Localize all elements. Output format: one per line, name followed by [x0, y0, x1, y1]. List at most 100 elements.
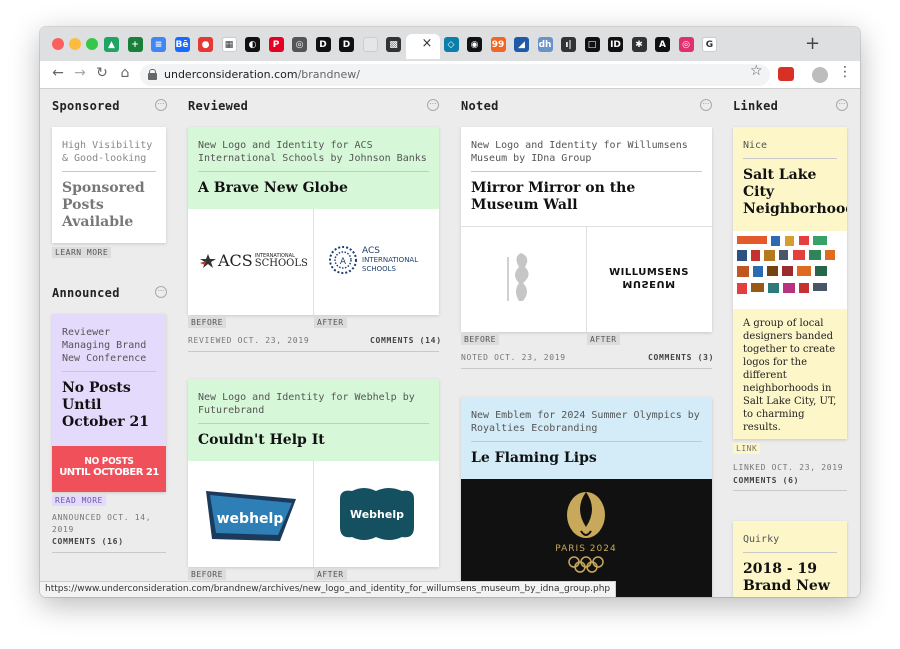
comments-link[interactable]: COMMENTS (16) — [52, 537, 124, 546]
divider — [188, 351, 439, 352]
announced-date: ANNOUNCED OCT. 14, 2019 — [52, 513, 152, 534]
noted-card-paris[interactable]: New Emblem for 2024 Summer Olympics by R… — [461, 397, 712, 597]
linked-card-slc[interactable]: Nice Salt Lake City Neighborhoods A grou… — [733, 127, 847, 439]
browser-tab[interactable]: ◇ — [440, 36, 464, 54]
reviewed-kicker: New Logo and Identity for Webhelp by Fut… — [198, 392, 415, 416]
divider — [743, 158, 837, 159]
sponsored-card[interactable]: High Visibility & Good-looking Sponsored… — [52, 127, 166, 243]
browser-tab[interactable]: ◎ — [675, 36, 699, 54]
linked-card-quirky[interactable]: Quirky 2018 - 19 Brand New — [733, 521, 847, 597]
close-window-button[interactable] — [52, 38, 64, 50]
url-path: /brandnew/ — [297, 68, 360, 81]
svg-text:A: A — [340, 257, 347, 267]
browser-tab[interactable]: Bē — [171, 36, 195, 54]
paris-emblem-image: PARIS 2024 — [461, 479, 712, 597]
column-heading-announced: Announced — [52, 286, 120, 300]
extension-icon[interactable] — [778, 67, 794, 81]
before-label: BEFORE — [188, 317, 226, 328]
divider — [743, 552, 837, 553]
grid-icon: ▦ — [221, 37, 237, 52]
browser-tab[interactable]: ı| — [557, 36, 581, 54]
browser-tab[interactable]: G — [698, 36, 722, 54]
acs-subtext: SCHOOLS — [254, 257, 308, 269]
sponsored-kicker: High Visibility & Good-looking — [62, 140, 153, 164]
before-after-images: WILLUMSENS MUSEUM — [461, 226, 712, 332]
minimize-window-button[interactable] — [69, 38, 81, 50]
comments-link[interactable]: COMMENTS (3) — [648, 353, 714, 362]
comments-link[interactable]: COMMENTS (14) — [370, 336, 442, 345]
divider — [198, 423, 429, 424]
webhelp-old-logo: webhelp — [206, 491, 296, 541]
linked-kicker: Quirky — [743, 534, 780, 545]
lock-icon — [148, 69, 157, 80]
before-image: webhelp — [188, 461, 314, 567]
browser-tab[interactable]: ● — [194, 36, 218, 54]
announced-card[interactable]: Reviewer Managing Brand New Conference N… — [52, 314, 166, 492]
browser-tab[interactable]: ◎ — [288, 36, 312, 54]
browser-tab[interactable]: ◢ — [510, 36, 534, 54]
reviewed-title: A Brave New Globe — [198, 180, 348, 196]
browser-tab[interactable]: ◐ — [241, 36, 265, 54]
column-heading-sponsored: Sponsored — [52, 99, 120, 113]
forward-arrow-icon[interactable]: → — [70, 65, 90, 81]
slc-logos-image — [733, 231, 847, 309]
browser-tab[interactable]: + — [124, 36, 148, 54]
browser-tab[interactable]: P — [265, 36, 289, 54]
divider — [471, 171, 702, 172]
reviewed-card-webhelp[interactable]: New Logo and Identity for Webhelp by Fut… — [188, 379, 439, 567]
reviewed-kicker: New Logo and Identity for ACS Internatio… — [198, 140, 427, 164]
reload-icon[interactable]: ↻ — [92, 65, 112, 81]
globe-icon: ◎ — [292, 37, 307, 52]
more-options-icon[interactable]: ··· — [836, 99, 848, 111]
browser-tab[interactable] — [359, 36, 383, 54]
webhelp-old-wordmark: webhelp — [217, 511, 284, 527]
browser-tab[interactable]: ✱ — [628, 36, 652, 54]
browser-menu-icon[interactable]: ⋮ — [838, 64, 852, 80]
address-bar[interactable]: underconsideration.com/brandnew/ — [140, 64, 770, 86]
more-options-icon[interactable]: ··· — [155, 99, 167, 111]
more-options-icon[interactable]: ··· — [155, 286, 167, 298]
noted-kicker: New Emblem for 2024 Summer Olympics by R… — [471, 410, 700, 434]
after-label: AFTER — [587, 334, 620, 345]
before-image: ACS INTERNATIONAL SCHOOLS — [188, 209, 314, 315]
home-icon[interactable]: ⌂ — [115, 65, 135, 81]
slc-logo-grid — [737, 236, 835, 294]
read-more-button[interactable]: READ MORE — [52, 495, 106, 506]
before-after-images: webhelp Webhelp — [188, 461, 439, 567]
browser-tab[interactable]: □ — [581, 36, 605, 54]
announced-title: No Posts Until October 21 — [62, 380, 149, 430]
more-options-icon[interactable]: ··· — [427, 99, 439, 111]
record-icon: ◉ — [467, 37, 482, 52]
learn-more-button[interactable]: LEARN MORE — [52, 247, 112, 258]
noted-card-willumsens[interactable]: New Logo and Identity for Willumsens Mus… — [461, 127, 712, 332]
browser-tab[interactable]: D — [312, 36, 336, 54]
browser-tab[interactable]: ▲ — [100, 36, 124, 54]
paris-emblem: PARIS 2024 — [555, 492, 616, 573]
linked-title: Salt Lake City Neighborhoods — [743, 167, 847, 217]
browser-tab[interactable]: 99 — [487, 36, 511, 54]
comments-link[interactable]: COMMENTS (6) — [733, 476, 799, 485]
before-image — [461, 227, 587, 332]
back-arrow-icon[interactable]: ← — [48, 65, 68, 81]
column-heading-reviewed: Reviewed — [188, 99, 249, 113]
noted-title: Mirror Mirror on the Museum Wall — [471, 180, 636, 213]
more-options-icon[interactable]: ··· — [700, 99, 712, 111]
browser-tab[interactable]: ▦ — [218, 36, 242, 54]
browser-tab[interactable]: × — [405, 34, 440, 59]
browser-tab[interactable]: ▩ — [382, 36, 406, 54]
bookmark-star-icon[interactable]: ☆ — [750, 63, 763, 79]
link-button[interactable]: LINK — [733, 443, 761, 454]
browser-tab[interactable]: ID — [604, 36, 628, 54]
after-label: AFTER — [314, 317, 347, 328]
new-tab-button[interactable]: + — [805, 33, 820, 54]
browser-tab[interactable]: D — [335, 36, 359, 54]
profile-avatar[interactable] — [812, 67, 828, 83]
browser-tab[interactable]: dh — [534, 36, 558, 54]
reviewed-card-acs[interactable]: New Logo and Identity for ACS Internatio… — [188, 127, 439, 315]
browser-tab[interactable]: ◉ — [463, 36, 487, 54]
willumsens-wordmark: WILLUMSENS — [609, 267, 689, 278]
browser-tab[interactable]: A — [651, 36, 675, 54]
divider — [471, 441, 702, 442]
browser-tab[interactable]: ≡ — [147, 36, 171, 54]
zoom-window-button[interactable] — [86, 38, 98, 50]
